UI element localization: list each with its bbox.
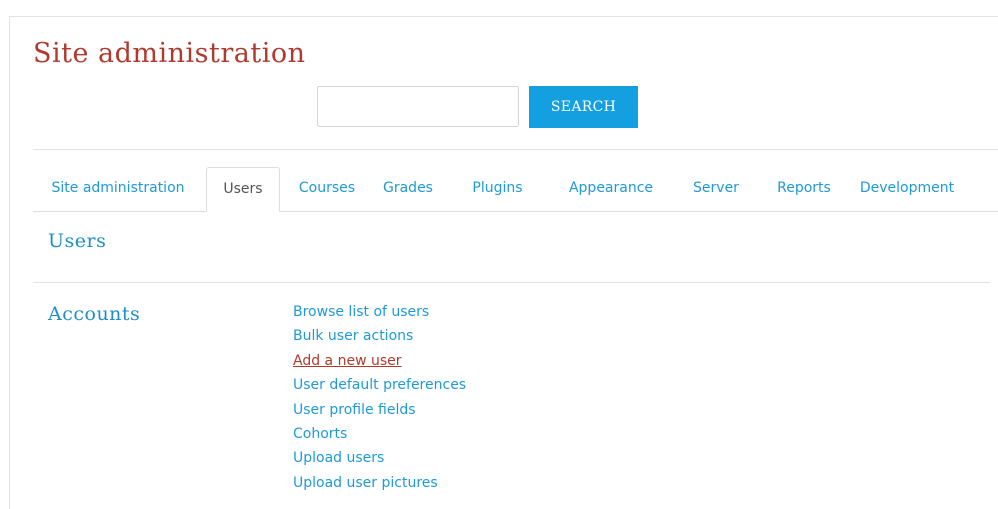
add-new-user-link[interactable]: Add a new user [293, 353, 402, 369]
tab-grades[interactable]: Grades [377, 167, 439, 210]
tab-courses[interactable]: Courses [291, 167, 363, 210]
search-input[interactable] [317, 86, 519, 127]
list-item: Bulk user actions [293, 327, 466, 351]
list-item: User profile fields [293, 401, 466, 425]
page-title: Site administration [33, 38, 306, 69]
list-item: User default preferences [293, 376, 466, 400]
user-default-preferences-link[interactable]: User default preferences [293, 377, 466, 393]
tab-appearance[interactable]: Appearance [563, 167, 659, 210]
list-item: Browse list of users [293, 303, 466, 327]
list-item: Cohorts [293, 425, 466, 449]
user-profile-fields-link[interactable]: User profile fields [293, 402, 416, 418]
search-button[interactable]: SEARCH [529, 86, 638, 128]
bulk-user-actions-link[interactable]: Bulk user actions [293, 328, 413, 344]
section-title-users: Users [48, 230, 107, 252]
list-item: Add a new user [293, 352, 466, 376]
section-divider [33, 282, 990, 283]
tab-users[interactable]: Users [206, 167, 280, 212]
tab-reports[interactable]: Reports [771, 167, 837, 210]
accounts-heading: Accounts [48, 303, 141, 325]
list-item: Upload user pictures [293, 474, 466, 498]
upload-user-pictures-link[interactable]: Upload user pictures [293, 475, 438, 491]
upload-users-link[interactable]: Upload users [293, 450, 384, 466]
tab-server[interactable]: Server [687, 167, 745, 210]
browse-users-link[interactable]: Browse list of users [293, 304, 429, 320]
cohorts-link[interactable]: Cohorts [293, 426, 347, 442]
list-item: Upload users [293, 449, 466, 473]
tab-development[interactable]: Development [847, 167, 967, 210]
tab-site-administration[interactable]: Site administration [33, 167, 203, 210]
accounts-links: Browse list of users Bulk user actions A… [293, 303, 466, 498]
header-divider [33, 149, 998, 150]
admin-tabs: Site administration Users Courses Grades… [33, 167, 998, 212]
tab-plugins[interactable]: Plugins [461, 167, 534, 210]
